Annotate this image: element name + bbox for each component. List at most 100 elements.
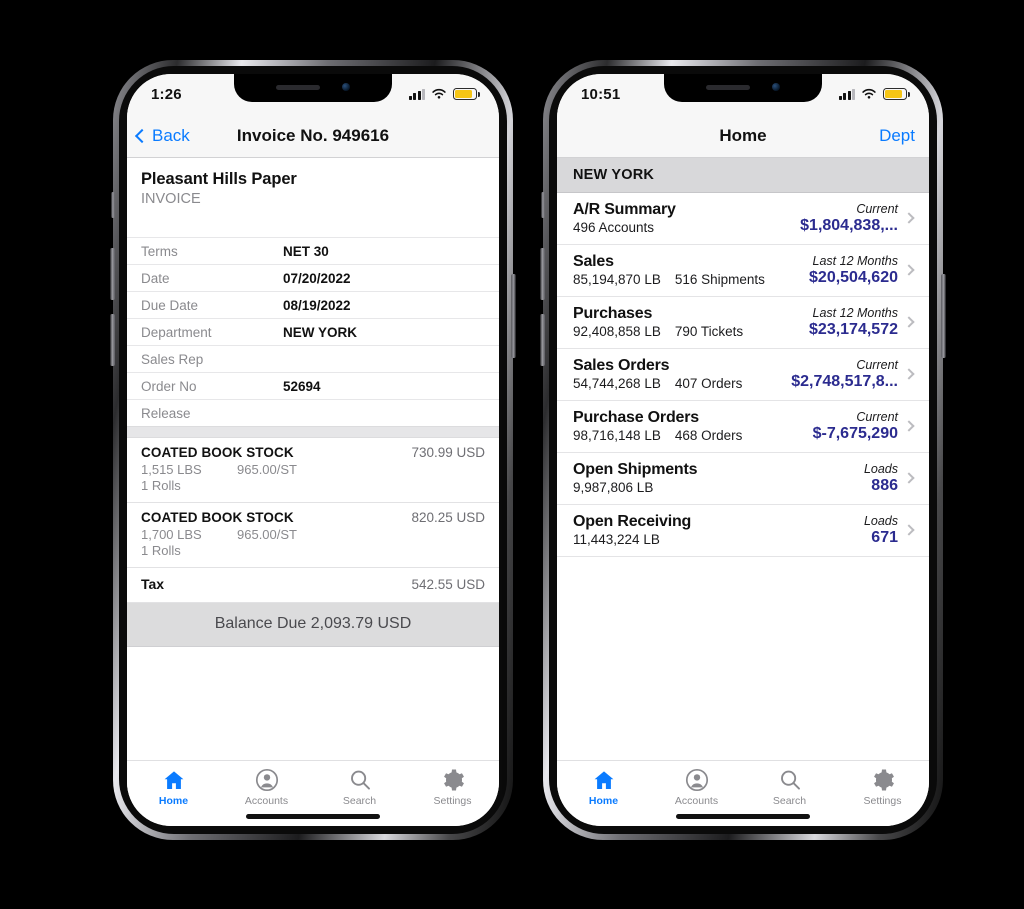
tab-label: Accounts [244, 795, 289, 807]
tab-label: Accounts [674, 795, 719, 807]
summary-period: Loads [863, 461, 898, 476]
summary-metric: 85,194,870 LB [573, 272, 661, 287]
summary-value: 886 [871, 476, 898, 494]
power-button[interactable] [511, 274, 516, 358]
summary-metric: 496 Accounts [573, 220, 655, 235]
tab-accounts[interactable]: Accounts [650, 768, 743, 807]
dept-button[interactable]: Dept [879, 126, 915, 146]
summary-metric: 9,987,806 LB [573, 480, 654, 495]
line-item-units: 1 Rolls [141, 543, 181, 558]
invoice-field-label: Terms [141, 243, 178, 259]
tab-accounts[interactable]: Accounts [220, 768, 313, 807]
invoice-field-row: Terms NET 30 [127, 237, 499, 264]
search-icon [777, 768, 803, 792]
account-circle-icon [254, 768, 280, 792]
power-button[interactable] [941, 274, 946, 358]
home-summary-row[interactable]: A/R Summary 496 Accounts Current $1,804,838… [557, 193, 929, 245]
home-summary-row[interactable]: Open Receiving 11,443,224 LB Loads 671 [557, 505, 929, 557]
home-summary-list: A/R Summary 496 Accounts Current $1,804,838… [557, 193, 929, 557]
volume-down-button[interactable] [540, 314, 545, 366]
summary-metric: 92,408,858 LB [573, 324, 661, 339]
summary-title: Open Shipments [573, 461, 698, 478]
invoice-content: Pleasant Hills Paper INVOICE Terms NET 30… [127, 158, 499, 760]
summary-title: Sales Orders [573, 357, 670, 374]
tab-search[interactable]: Search [313, 768, 406, 807]
page-title: Home [719, 125, 767, 145]
wifi-icon [862, 88, 876, 99]
tax-row: Tax 542.55 USD [127, 568, 499, 603]
account-circle-icon [684, 768, 710, 792]
tab-label: Settings [863, 795, 902, 807]
line-item-rate: 965.00/ST [237, 527, 297, 542]
invoice-field-row: Release [127, 399, 499, 426]
home-icon [591, 768, 617, 792]
invoice-field-label: Release [141, 405, 191, 421]
summary-metric: 516 Shipments [674, 272, 765, 287]
invoice-field-label: Date [141, 270, 170, 286]
balance-due-banner: Balance Due 2,093.79 USD [127, 603, 499, 647]
cellular-bars-icon [838, 88, 855, 100]
screenshot-stage: 1:26 Back Invoice No. 949616 Pleasant Hi… [0, 0, 1024, 909]
notch [664, 74, 822, 102]
navigation-bar: Home Dept [557, 114, 929, 158]
summary-metric: 407 Orders [674, 376, 743, 391]
tax-label: Tax [141, 576, 165, 592]
page-title: Invoice No. 949616 [236, 125, 390, 145]
home-summary-row[interactable]: Purchases 92,408,858 LB 790 Tickets Last 12… [557, 297, 929, 349]
home-indicator[interactable] [676, 814, 810, 819]
status-time: 1:26 [151, 85, 182, 103]
section-header-department: NEW YORK [557, 158, 929, 193]
silent-switch[interactable] [111, 192, 115, 218]
back-button[interactable]: Back [134, 125, 190, 146]
invoice-field-label: Department [141, 324, 212, 340]
home-summary-row[interactable]: Sales Orders 54,744,268 LB 407 Orders Curre… [557, 349, 929, 401]
tab-home[interactable]: Home [127, 768, 220, 807]
invoice-field-row: Department NEW YORK [127, 318, 499, 345]
invoice-field-list: Terms NET 30 Date 07/20/2022 Due Date 08/19/2… [127, 237, 499, 426]
chevron-right-icon [903, 368, 919, 380]
tab-settings[interactable]: Settings [406, 768, 499, 807]
silent-switch[interactable] [541, 192, 545, 218]
chevron-left-icon [134, 128, 150, 143]
invoice-field-label: Sales Rep [141, 351, 204, 367]
volume-up-button[interactable] [110, 248, 115, 300]
tab-bar: Home Accounts Search Settings [127, 760, 499, 826]
summary-period: Current [856, 201, 898, 216]
home-summary-row[interactable]: Purchase Orders 98,716,148 LB 468 Orders Cu… [557, 401, 929, 453]
battery-icon [453, 88, 480, 100]
summary-value: 671 [871, 528, 898, 546]
summary-metric: 98,716,148 LB [573, 428, 661, 443]
summary-value: $1,804,838,... [800, 216, 898, 234]
tab-label: Search [342, 795, 377, 807]
summary-title: Purchases [573, 305, 653, 322]
invoice-field-label: Order No [141, 378, 197, 394]
home-indicator[interactable] [246, 814, 380, 819]
line-item-description: COATED BOOK STOCK [141, 510, 294, 525]
summary-period: Current [856, 409, 898, 424]
home-summary-row[interactable]: Open Shipments 9,987,806 LB Loads 886 [557, 453, 929, 505]
chevron-right-icon [903, 420, 919, 432]
back-button-label: Back [152, 125, 190, 145]
invoice-field-value: NEW YORK [283, 324, 358, 340]
summary-value: $23,174,572 [809, 320, 898, 338]
invoice-header: Pleasant Hills Paper INVOICE [127, 158, 499, 237]
summary-title: A/R Summary [573, 201, 676, 218]
home-summary-row[interactable]: Sales 85,194,870 LB 516 Shipments Last 12 M… [557, 245, 929, 297]
summary-value: $-7,675,290 [812, 424, 898, 442]
summary-metric: 790 Tickets [674, 324, 744, 339]
summary-value: $20,504,620 [809, 268, 898, 286]
tab-home[interactable]: Home [557, 768, 650, 807]
earpiece-speaker-icon [706, 84, 750, 90]
line-item-weight: 1,515 LBS [141, 462, 202, 477]
invoice-field-value: 52694 [283, 378, 321, 394]
chevron-right-icon [903, 472, 919, 484]
tab-settings[interactable]: Settings [836, 768, 929, 807]
invoice-field-row: Order No 52694 [127, 372, 499, 399]
tab-search[interactable]: Search [743, 768, 836, 807]
volume-up-button[interactable] [540, 248, 545, 300]
summary-metric: 468 Orders [674, 428, 743, 443]
volume-down-button[interactable] [110, 314, 115, 366]
invoice-field-row: Due Date 08/19/2022 [127, 291, 499, 318]
invoice-party-name: Pleasant Hills Paper [141, 170, 297, 188]
cellular-bars-icon [408, 88, 425, 100]
